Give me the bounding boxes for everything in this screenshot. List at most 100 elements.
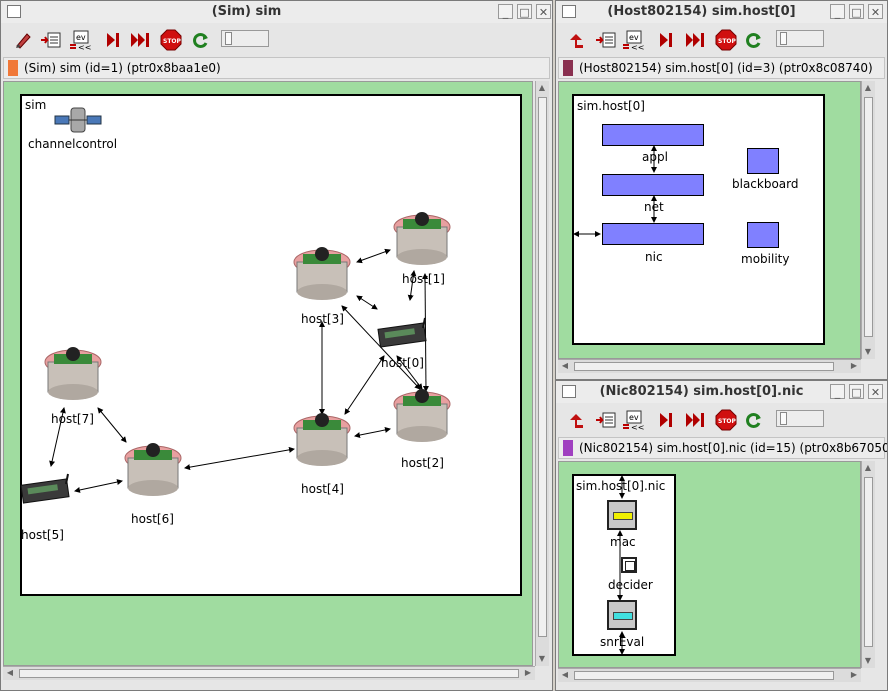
host-horizontal-scrollbar[interactable]: ◀ ▶	[558, 359, 861, 373]
sensor-node-icon[interactable]	[377, 317, 429, 348]
scroll-up-arrow-icon[interactable]: ▲	[862, 82, 874, 94]
link-host7-host6	[97, 407, 127, 443]
scroll-down-arrow-icon[interactable]: ▼	[862, 655, 874, 667]
net-module[interactable]	[602, 174, 704, 196]
robot-icon[interactable]	[391, 209, 453, 267]
close-button[interactable]: ✕	[536, 4, 551, 19]
nic-toolbar: ev << STOP	[556, 403, 887, 436]
module-output-icon[interactable]	[594, 408, 618, 432]
maximize-button[interactable]: □	[517, 4, 532, 19]
fast-run-icon[interactable]	[129, 28, 153, 52]
event-log-icon[interactable]: ev <<	[620, 408, 644, 432]
slider-knob[interactable]	[780, 412, 787, 425]
decider-module[interactable]	[621, 557, 637, 573]
slider-knob[interactable]	[225, 32, 232, 45]
snreval-label: snrEval	[600, 635, 645, 649]
stop-icon[interactable]: STOP	[714, 408, 738, 432]
scroll-right-arrow-icon[interactable]: ▶	[848, 360, 860, 372]
snreval-module[interactable]	[607, 600, 637, 630]
close-button[interactable]: ✕	[868, 384, 883, 399]
mobility-module[interactable]	[747, 222, 779, 248]
link-host0-host4	[344, 355, 385, 415]
host-titlebar[interactable]: (Host802154) sim.host[0] _ □ ✕	[556, 1, 887, 24]
speed-slider[interactable]	[221, 30, 269, 47]
robot-icon[interactable]	[291, 410, 353, 468]
host-infobar: (Host802154) sim.host[0] (id=3) (ptr0x8c…	[558, 57, 885, 79]
speed-slider[interactable]	[776, 410, 824, 427]
minimize-button[interactable]: _	[498, 4, 513, 19]
scroll-right-arrow-icon[interactable]: ▶	[848, 669, 860, 681]
scroll-up-arrow-icon[interactable]: ▲	[862, 462, 874, 474]
refresh-icon[interactable]	[189, 28, 213, 52]
scroll-left-arrow-icon[interactable]: ◀	[559, 669, 571, 681]
nic-titlebar[interactable]: (Nic802154) sim.host[0].nic _ □ ✕	[556, 381, 887, 404]
maximize-button[interactable]: □	[849, 4, 864, 19]
event-log-icon[interactable]: ev <<	[620, 28, 644, 52]
nic-horizontal-scrollbar[interactable]: ◀ ▶	[558, 668, 861, 682]
robot-icon[interactable]	[42, 344, 104, 402]
scroll-up-arrow-icon[interactable]: ▲	[536, 82, 548, 94]
fast-run-icon[interactable]	[684, 28, 708, 52]
host5-label: host[5]	[21, 528, 64, 542]
scroll-down-arrow-icon[interactable]: ▼	[536, 653, 548, 665]
scroll-right-arrow-icon[interactable]: ▶	[522, 667, 534, 679]
parent-module-icon[interactable]	[564, 28, 588, 52]
sim-info-text: (Sim) sim (id=1) (ptr0x8baa1e0)	[24, 61, 221, 75]
edit-pencil-icon[interactable]	[11, 28, 35, 52]
scroll-down-arrow-icon[interactable]: ▼	[862, 346, 874, 358]
refresh-icon[interactable]	[742, 408, 766, 432]
sim-infobar: (Sim) sim (id=1) (ptr0x8baa1e0)	[3, 57, 550, 79]
scroll-thumb[interactable]	[864, 477, 873, 647]
scroll-thumb[interactable]	[19, 669, 519, 678]
mac-module[interactable]	[607, 500, 637, 530]
sim-vertical-scrollbar[interactable]: ▲ ▼	[535, 81, 549, 666]
refresh-icon[interactable]	[742, 28, 766, 52]
scroll-thumb[interactable]	[574, 671, 834, 680]
svg-text:<<: <<	[631, 423, 644, 432]
module-output-icon[interactable]	[39, 28, 63, 52]
sim-horizontal-scrollbar[interactable]: ◀ ▶	[3, 666, 535, 680]
step-icon[interactable]	[654, 28, 678, 52]
minimize-button[interactable]: _	[830, 4, 845, 19]
sim-canvas-area: sim channelcontrol host[3] host[1] host[…	[3, 81, 533, 666]
host-info-text: (Host802154) sim.host[0] (id=3) (ptr0x8c…	[579, 61, 873, 75]
minimize-button[interactable]: _	[830, 384, 845, 399]
svg-text:<<: <<	[78, 43, 91, 52]
window-icon[interactable]	[562, 5, 576, 18]
step-icon[interactable]	[101, 28, 125, 52]
scroll-thumb[interactable]	[538, 97, 547, 637]
scroll-left-arrow-icon[interactable]: ◀	[4, 667, 16, 679]
module-output-icon[interactable]	[594, 28, 618, 52]
step-icon[interactable]	[654, 408, 678, 432]
scroll-thumb[interactable]	[864, 97, 873, 337]
event-log-icon[interactable]: ev <<	[67, 28, 91, 52]
slider-knob[interactable]	[780, 32, 787, 45]
parent-module-icon[interactable]	[564, 408, 588, 432]
host-vertical-scrollbar[interactable]: ▲ ▼	[861, 81, 875, 359]
satellite-icon[interactable]	[54, 104, 105, 136]
window-icon[interactable]	[562, 385, 576, 398]
sensor-node-icon[interactable]	[20, 473, 72, 504]
host6-label: host[6]	[131, 512, 174, 526]
nic-module-canvas: sim.host[0].nic mac decider snrEval	[572, 474, 676, 656]
nic-vertical-scrollbar[interactable]: ▲ ▼	[861, 461, 875, 668]
stop-icon[interactable]: STOP	[159, 28, 183, 52]
robot-icon[interactable]	[291, 244, 353, 302]
appl-module[interactable]	[602, 124, 704, 146]
fast-run-icon[interactable]	[684, 408, 708, 432]
scroll-thumb[interactable]	[574, 362, 834, 371]
speed-slider[interactable]	[776, 30, 824, 47]
maximize-button[interactable]: □	[849, 384, 864, 399]
scroll-left-arrow-icon[interactable]: ◀	[559, 360, 571, 372]
robot-icon[interactable]	[391, 386, 453, 444]
close-button[interactable]: ✕	[868, 4, 883, 19]
sim-titlebar[interactable]: (Sim) sim _ □ ✕	[1, 1, 552, 24]
robot-icon[interactable]	[122, 440, 184, 498]
link-host5-host6	[74, 479, 123, 493]
nic-module-label: sim.host[0].nic	[576, 479, 666, 493]
blackboard-module[interactable]	[747, 148, 779, 174]
appl-label: appl	[642, 150, 668, 164]
stop-icon[interactable]: STOP	[714, 28, 738, 52]
nic-module[interactable]	[602, 223, 704, 245]
svg-text:<<: <<	[631, 43, 644, 52]
